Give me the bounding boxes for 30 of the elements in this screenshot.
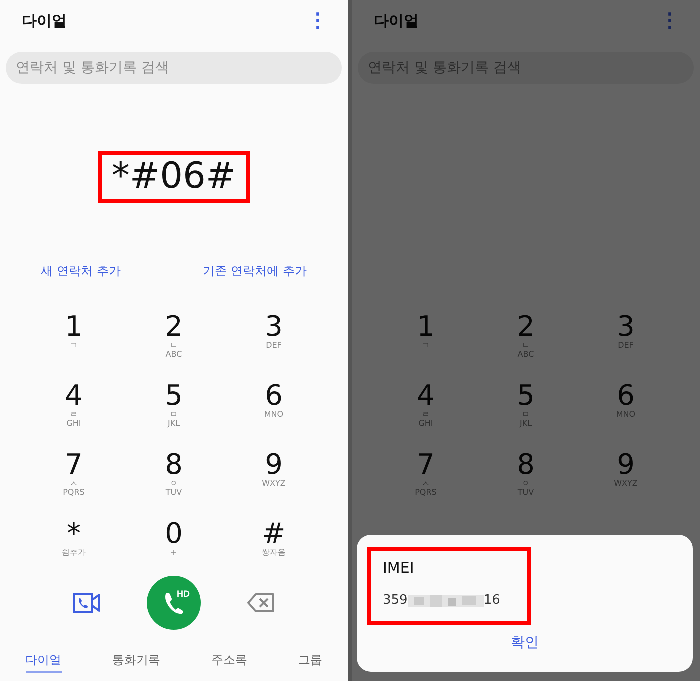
keypad-key[interactable]: 8 ㅇ TUV — [124, 436, 224, 505]
keypad-key[interactable]: 7 ㅅ PQRS — [24, 436, 124, 505]
keypad-key[interactable]: 2 ㄴ ABC — [124, 298, 224, 367]
menu-button[interactable]: ⋮ — [304, 11, 332, 31]
imei-start: 359 — [383, 593, 408, 608]
confirm-button[interactable]: 확인 — [505, 633, 545, 653]
screen-title: 다이얼 — [374, 12, 419, 30]
keypad-key[interactable]: 4 ㄹ GHI — [24, 367, 124, 436]
bottom-tab[interactable]: 다이얼 — [26, 652, 62, 673]
keypad-key[interactable]: 6 MNO — [224, 367, 324, 436]
screen-title: 다이얼 — [22, 12, 67, 30]
backspace-icon[interactable] — [247, 593, 275, 613]
call-button[interactable]: HD — [147, 576, 201, 630]
video-call-icon[interactable] — [73, 592, 101, 614]
keypad-key[interactable]: 1 ㄱ — [24, 298, 124, 367]
keypad-key[interactable]: * 쉼추가 — [24, 505, 124, 574]
dialog-title: IMEI — [383, 559, 416, 577]
add-contact-link[interactable]: 기존 연락처에 추가 — [203, 262, 307, 280]
bottom-tab[interactable]: 그룹 — [298, 652, 322, 673]
keypad-key[interactable]: 0 + — [124, 505, 224, 574]
search-field[interactable]: 연락처 및 통화기록 검색 — [6, 52, 342, 84]
bottom-tab[interactable]: 통화기록 — [112, 652, 160, 673]
keypad-key[interactable]: 9 WXYZ — [224, 436, 324, 505]
bottom-tab[interactable]: 주소록 — [212, 652, 248, 673]
imei-end: 16 — [484, 593, 500, 608]
keypad-key[interactable]: 3 DEF — [224, 298, 324, 367]
dialed-number: *#06# — [112, 156, 236, 197]
keypad-key[interactable]: # 쌍자음 — [224, 505, 324, 574]
add-contact-link[interactable]: 새 연락처 추가 — [41, 262, 121, 280]
keypad-key[interactable]: 5 ㅁ JKL — [124, 367, 224, 436]
